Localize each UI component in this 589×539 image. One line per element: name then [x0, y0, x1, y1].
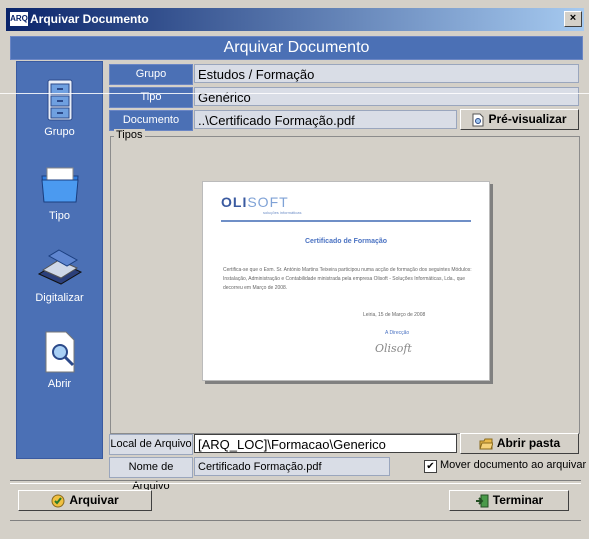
- preview-signature: Olisoft: [375, 342, 412, 355]
- folder-icon: [40, 167, 79, 203]
- sidebar-item-tipo[interactable]: Tipo: [17, 162, 102, 222]
- tipo-field[interactable]: Genérico: [194, 87, 579, 106]
- sidebar-item-label: Grupo: [44, 126, 75, 138]
- preview-title: Certificado de Formação: [304, 238, 388, 245]
- terminar-button[interactable]: Terminar: [449, 490, 569, 511]
- preview-signer: A Direcção: [385, 330, 410, 336]
- arquivar-label: Arquivar: [69, 493, 119, 507]
- document-preview: OLISOFT soluções informáticas Certificad…: [202, 181, 490, 381]
- abrir-pasta-button[interactable]: Abrir pasta: [460, 433, 579, 454]
- grupo-field[interactable]: Estudos / Formação: [194, 64, 579, 83]
- archive-icon: [51, 494, 65, 508]
- local-label: Local de Arquivo: [109, 434, 193, 455]
- close-button[interactable]: ×: [564, 11, 582, 27]
- sidebar-item-digitalizar[interactable]: Digitalizar: [17, 248, 102, 304]
- sidebar-item-label: Tipo: [49, 210, 70, 222]
- tipo-label: Tipo: [109, 87, 193, 108]
- open-document-icon: [45, 331, 74, 373]
- footer-divider: [10, 480, 581, 484]
- sidebar-item-label: Digitalizar: [35, 292, 84, 304]
- nome-label: Nome de Arquivo: [109, 457, 193, 492]
- scanner-icon: [37, 249, 82, 285]
- exit-icon: [475, 494, 489, 508]
- preview-icon: [472, 113, 484, 127]
- page-title: Arquivar Documento: [10, 36, 583, 60]
- mover-checkbox-label: Mover documento ao arquivar: [440, 459, 587, 471]
- title-bar: ARQ Arquivar Documento ×: [6, 8, 584, 31]
- local-field[interactable]: [ARQ_LOC]\Formacao\Generico: [194, 434, 457, 453]
- tipos-group-label: Tipos: [114, 129, 145, 141]
- preview-body: Certifica-se que o Exm. Sr. António Mart…: [223, 267, 472, 291]
- preview-button[interactable]: Pré-visualizar: [460, 109, 579, 130]
- preview-rule: [221, 220, 471, 222]
- folder-open-icon: [479, 438, 493, 450]
- sidebar: Grupo Tipo Digitalizar Abrir: [16, 61, 103, 459]
- grupo-label: Grupo: [109, 64, 193, 85]
- mover-checkbox[interactable]: ✔: [424, 460, 437, 473]
- sidebar-item-label: Abrir: [47, 378, 72, 390]
- sidebar-item-abrir[interactable]: Abrir: [17, 330, 102, 390]
- documento-label: Documento: [109, 110, 193, 131]
- preview-logo-subtitle: soluções informáticas: [263, 210, 302, 215]
- nome-field[interactable]: Certificado Formação.pdf: [194, 457, 390, 476]
- divider: [0, 93, 589, 94]
- terminar-label: Terminar: [492, 493, 544, 507]
- app-icon: ARQ: [10, 12, 28, 26]
- window-title: Arquivar Documento: [30, 12, 149, 26]
- preview-date: Leiria, 15 de Março de 2008: [363, 312, 426, 318]
- documento-field[interactable]: ..\Certificado Formação.pdf: [194, 110, 457, 129]
- abrir-pasta-label: Abrir pasta: [496, 436, 561, 450]
- preview-logo: OLISOFT: [221, 194, 289, 210]
- status-bar: [10, 520, 581, 539]
- preview-button-label: Pré-visualizar: [488, 112, 567, 126]
- cabinet-icon: [47, 79, 72, 121]
- arquivar-button[interactable]: Arquivar: [18, 490, 152, 511]
- sidebar-item-grupo[interactable]: Grupo: [17, 78, 102, 138]
